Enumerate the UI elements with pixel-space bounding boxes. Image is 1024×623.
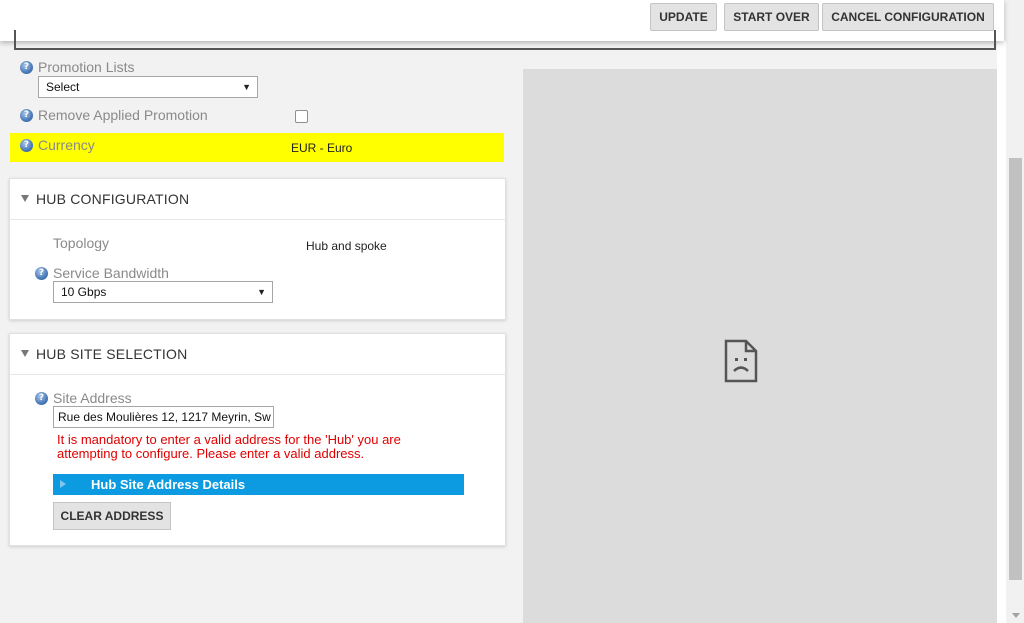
remove-applied-promotion-checkbox[interactable] [295, 110, 308, 123]
clear-address-button[interactable]: CLEAR ADDRESS [53, 502, 171, 530]
chevron-down-icon: ▼ [257, 287, 266, 297]
scrollbar-thumb[interactable] [1009, 158, 1022, 580]
chevron-down-icon: ▼ [242, 82, 251, 92]
hub-configuration-title: HUB CONFIGURATION [36, 191, 190, 207]
help-icon[interactable]: ? [35, 392, 48, 405]
site-address-error-line-2: attempting to configure. Please enter a … [57, 446, 365, 461]
hub-site-selection-header[interactable]: HUB SITE SELECTION [10, 334, 505, 375]
collapse-triangle-icon [21, 195, 29, 202]
help-icon[interactable]: ? [20, 109, 33, 122]
right-margin-strip [997, 41, 1006, 623]
promotion-lists-select[interactable]: Select ▼ [38, 76, 258, 98]
site-address-label: Site Address [53, 390, 132, 406]
vertical-scrollbar[interactable] [1007, 0, 1024, 623]
site-address-input[interactable]: Rue des Moulières 12, 1217 Meyrin, Sw [53, 406, 274, 428]
collapse-triangle-icon [21, 350, 29, 357]
remove-applied-promotion-label: Remove Applied Promotion [38, 107, 208, 123]
start-over-button[interactable]: START OVER [724, 3, 819, 31]
preview-pane [523, 69, 997, 623]
service-bandwidth-select[interactable]: 10 Gbps ▼ [53, 281, 273, 303]
hub-site-selection-card: HUB SITE SELECTION ? Site Address Rue de… [9, 333, 506, 546]
hub-site-address-details-label: Hub Site Address Details [91, 477, 246, 492]
promotion-lists-label: Promotion Lists [38, 59, 135, 75]
top-toolbar: UPDATE START OVER CANCEL CONFIGURATION [0, 0, 1004, 50]
service-bandwidth-label: Service Bandwidth [53, 265, 169, 281]
help-icon[interactable]: ? [35, 267, 48, 280]
scroll-down-arrow-icon[interactable] [1012, 613, 1020, 618]
topology-value: Hub and spoke [306, 239, 387, 253]
update-button[interactable]: UPDATE [650, 3, 717, 31]
cancel-configuration-button[interactable]: CANCEL CONFIGURATION [822, 3, 994, 31]
promotion-lists-value: Select [46, 80, 80, 94]
topology-label: Topology [53, 235, 110, 251]
hub-site-selection-title: HUB SITE SELECTION [36, 346, 188, 362]
currency-value: EUR - Euro [291, 141, 353, 155]
broken-image-icon [724, 339, 758, 383]
expand-triangle-icon [60, 480, 66, 488]
help-icon[interactable]: ? [20, 61, 33, 74]
service-bandwidth-value: 10 Gbps [61, 285, 107, 299]
hub-configuration-card: HUB CONFIGURATION Topology Hub and spoke… [9, 178, 506, 320]
hub-configuration-header[interactable]: HUB CONFIGURATION [10, 179, 505, 220]
previous-panel-edge [14, 30, 996, 50]
hub-site-address-details-accordion[interactable]: Hub Site Address Details [53, 474, 464, 495]
help-icon[interactable]: ? [20, 139, 33, 152]
currency-label: Currency [38, 137, 95, 153]
site-address-error-line-1: It is mandatory to enter a valid address… [57, 432, 401, 447]
